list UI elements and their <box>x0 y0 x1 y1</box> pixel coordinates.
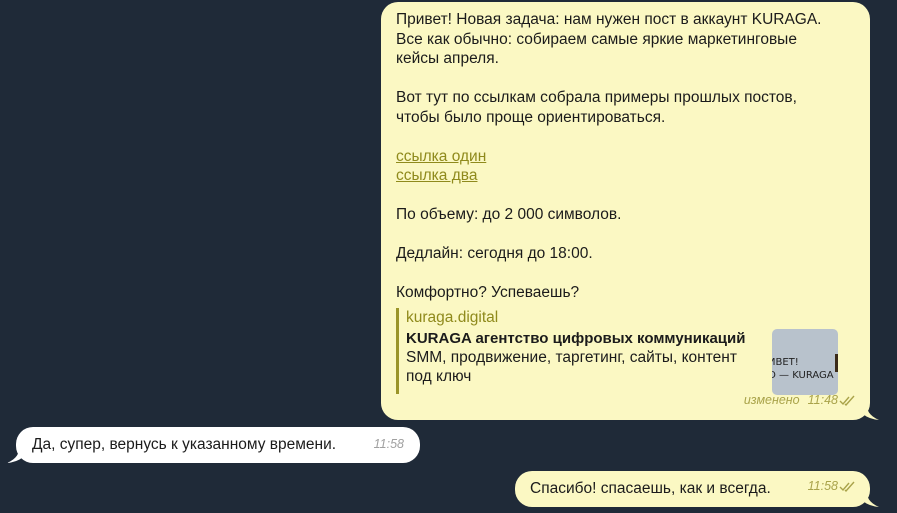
deadline-text: Дедлайн: сегодня до 18:00. <box>396 245 593 262</box>
thumbnail-text: О — KURAGA <box>772 370 834 381</box>
incoming-message-reply[interactable]: Да, супер, вернусь к указанному времени.… <box>7 427 420 463</box>
message-text-line: Привет! Новая задача: нам нужен пост в а… <box>396 11 822 28</box>
preview-thumbnail[interactable]: ИВЕТ! О — KURAGA <box>772 329 838 395</box>
chat-area: Привет! Новая задача: нам нужен пост в а… <box>0 0 897 513</box>
message-time: 11:48 <box>807 392 838 407</box>
outgoing-message-task[interactable]: Привет! Новая задача: нам нужен пост в а… <box>381 2 879 420</box>
preview-site-name: kuraga.digital <box>406 309 499 326</box>
message-text-line: Вот тут по ссылкам собрала примеры прошл… <box>396 89 797 106</box>
message-meta: 11:58 <box>374 435 404 455</box>
volume-text: По объему: до 2 000 символов. <box>396 206 622 223</box>
message-text-line: чтобы было проще ориентироваться. <box>396 108 666 126</box>
bubble-tail <box>7 445 29 463</box>
message-time: 11:58 <box>373 436 404 451</box>
message-text-line: кейсы апреля. <box>396 50 499 67</box>
question-text: Комфортно? Успеваешь? <box>396 284 580 301</box>
double-check-icon <box>839 479 856 499</box>
preview-description-line: под ключ <box>406 368 472 385</box>
bubble-tail <box>857 402 879 420</box>
message-meta: изменено 11:48 <box>744 391 856 413</box>
link-two[interactable]: ссылка два <box>396 166 477 186</box>
message-text-line: Все как обычно: собираем самые яркие мар… <box>396 30 797 48</box>
preview-description-line: SMM, продвижение, таргетинг, сайты, конт… <box>406 349 737 366</box>
thumbnail-text: ИВЕТ! <box>772 357 799 368</box>
message-text: Да, супер, вернусь к указанному времени. <box>32 436 337 453</box>
edited-label: изменено <box>743 392 800 407</box>
thumbnail-mark <box>835 354 838 372</box>
message-meta: 11:58 <box>808 477 856 499</box>
preview-description: SMM, продвижение, таргетинг, сайты, конт… <box>406 348 771 386</box>
link-one[interactable]: ссылка один <box>396 147 486 167</box>
bubble-tail <box>857 489 879 507</box>
message-time: 11:58 <box>807 478 838 493</box>
message-text: Спасибо! спасаешь, как и всегда. <box>530 480 771 497</box>
outgoing-message-thanks[interactable]: Спасибо! спасаешь, как и всегда. 11:58 <box>515 471 879 507</box>
double-check-icon <box>839 393 856 413</box>
